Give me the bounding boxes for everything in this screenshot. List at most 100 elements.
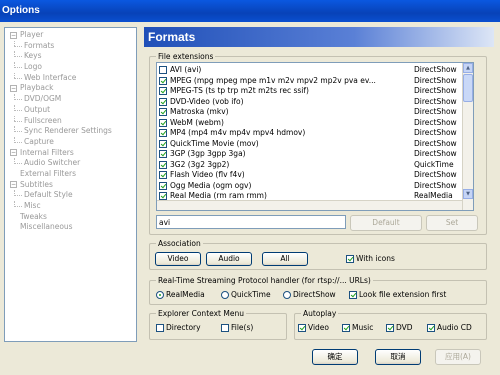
checkbox-icon[interactable] [159,66,167,74]
tree-item-label: Miscellaneous [20,222,73,232]
autoplay-video-checkbox[interactable]: Video [298,323,329,333]
checkbox-icon[interactable] [159,76,167,85]
with-icons-label: With icons [356,254,395,263]
default-button[interactable]: Default [350,215,422,231]
list-item[interactable]: MPEG-TS (ts tp trp m2t m2ts rec ssif) Dir… [159,86,463,97]
tree-item[interactable]: Output [5,104,136,116]
explorer-menu-directory-checkbox[interactable]: Directory [156,323,201,333]
tree-item[interactable]: Sync Renderer Settings [5,126,136,137]
tree-item-label: Sync Renderer Settings [24,126,112,136]
tree-item-label: Keys [24,51,42,61]
tree-item[interactable]: Keys [5,51,136,62]
tree-item[interactable]: − Player [5,30,136,41]
rtsp-option-quicktime[interactable]: QuickTime [221,290,271,300]
list-item[interactable]: AVI (avi) DirectShow [159,65,463,76]
options-tree[interactable]: − Player Formats Keys Logo Web Interface − Play… [4,27,137,342]
list-item[interactable]: Matroska (mkv) DirectShow [159,107,463,118]
format-name: MP4 (mp4 m4v mp4v mpv4 hdmov) [170,128,306,137]
rtsp-option-realmedia[interactable]: RealMedia [156,290,205,300]
checkbox-icon[interactable] [159,181,167,190]
list-item[interactable]: Flash Video (flv f4v) DirectShow [159,170,463,181]
list-item[interactable]: DVD-Video (vob ifo) DirectShow [159,97,463,108]
autoplay-music-checkbox[interactable]: Music [342,323,373,333]
collapse-icon[interactable]: − [10,31,17,39]
with-icons-checkbox[interactable]: With icons [346,254,395,264]
rtsp-option-directshow[interactable]: DirectShow [283,290,336,300]
apply-button[interactable]: 应用(A) [435,349,481,365]
association-legend: Association [156,239,203,248]
tree-item[interactable]: Default Style [5,190,136,201]
rtsp-option-label: QuickTime [231,290,271,299]
autoplay-legend: Autoplay [301,309,339,318]
checkbox-icon[interactable] [159,150,167,158]
checkbox-icon[interactable] [159,87,167,95]
tree-item[interactable]: − Subtitles [5,180,136,191]
format-source: DirectShow [414,75,457,85]
list-item[interactable]: 3GP (3gp 3gpp 3ga) DirectShow [159,149,463,160]
checkbox-icon[interactable] [159,192,167,200]
format-name: 3G2 (3g2 3gp2) [170,159,230,169]
tree-item[interactable]: DVD/OGM [5,94,136,105]
tree-item-label: DVD/OGM [24,94,62,104]
tree-item-label: Player [20,30,44,39]
tree-item-label: Internal Filters [20,147,74,157]
all-association-button[interactable]: All [262,252,308,266]
cancel-button[interactable]: 取消 [375,349,421,365]
checkbox-icon[interactable] [159,139,167,148]
list-item[interactable]: WebM (webm) DirectShow [159,118,463,129]
tree-item[interactable]: External Filters [5,169,136,180]
format-name: AVI (avi) [170,65,202,74]
list-item[interactable]: QuickTime Movie (mov) DirectShow [159,139,463,150]
extension-edit-field[interactable]: avi [156,215,346,229]
tree-item-label: Capture [24,136,54,146]
collapse-icon[interactable]: − [10,181,17,189]
checkbox-icon[interactable] [159,118,167,127]
tree-item[interactable]: − Playback [5,83,136,94]
tree-item[interactable]: Miscellaneous [5,222,136,233]
list-vertical-scrollbar[interactable]: ▲ ▼ [462,63,473,210]
autoplay-audiocd-checkbox[interactable]: Audio CD [427,323,472,333]
list-item[interactable]: MP4 (mp4 m4v mp4v mpv4 hdmov) DirectShow [159,128,463,139]
tree-item[interactable]: Audio Switcher [5,158,136,169]
ok-button[interactable]: 确定 [312,349,358,365]
checkbox-icon[interactable] [159,171,167,179]
scroll-up-icon[interactable]: ▲ [463,63,473,73]
tree-item[interactable]: Formats [5,40,136,52]
format-name: MPEG (mpg mpeg mpe m1v m2v mpv2 mp2v pva… [170,75,376,85]
look-extension-first-checkbox[interactable]: Look file extension first [349,290,446,300]
autoplay-dvd-checkbox[interactable]: DVD [386,323,413,333]
checkbox-icon [156,324,164,332]
audio-association-button[interactable]: Audio [206,252,252,266]
checkbox-icon[interactable] [159,97,167,106]
radio-icon [156,291,164,299]
list-item[interactable]: Ogg Media (ogm ogv) DirectShow [159,181,463,192]
tree-item[interactable]: − Internal Filters [5,148,136,159]
tree-item[interactable]: Fullscreen [5,115,136,127]
tree-item[interactable]: Misc [5,201,136,212]
tree-item[interactable]: Capture [5,136,136,148]
format-source: DirectShow [414,128,457,137]
list-item[interactable]: 3G2 (3g2 3gp2) QuickTime [159,160,463,171]
explorer-menu-files-checkbox[interactable]: File(s) [221,323,253,333]
checkbox-icon[interactable] [159,160,167,169]
scroll-down-icon[interactable]: ▼ [463,189,473,199]
tree-item[interactable]: Logo [5,62,136,73]
scroll-thumb[interactable] [463,74,473,102]
tree-item[interactable]: Tweaks [5,212,136,223]
collapse-icon[interactable]: − [10,149,17,157]
checkbox-icon [386,324,394,332]
video-association-button[interactable]: Video [155,252,201,266]
collapse-icon[interactable]: − [10,84,17,92]
checkbox-icon[interactable] [159,108,167,116]
tree-item[interactable]: Web Interface [5,72,136,84]
set-button[interactable]: Set [426,215,478,231]
list-horizontal-scrollbar[interactable] [157,200,462,210]
checkbox-icon[interactable] [159,129,167,137]
radio-icon [283,291,291,299]
tree-item-label: External Filters [20,168,76,178]
format-source: DirectShow [414,117,457,127]
format-source: DirectShow [414,107,457,116]
file-extensions-list[interactable]: AVI (avi) DirectShow MPEG (mpg mpeg mpe m1… [156,62,474,211]
format-name: DVD-Video (vob ifo) [170,96,244,106]
list-item[interactable]: MPEG (mpg mpeg mpe m1v m2v mpv2 mp2v pva… [159,76,463,87]
